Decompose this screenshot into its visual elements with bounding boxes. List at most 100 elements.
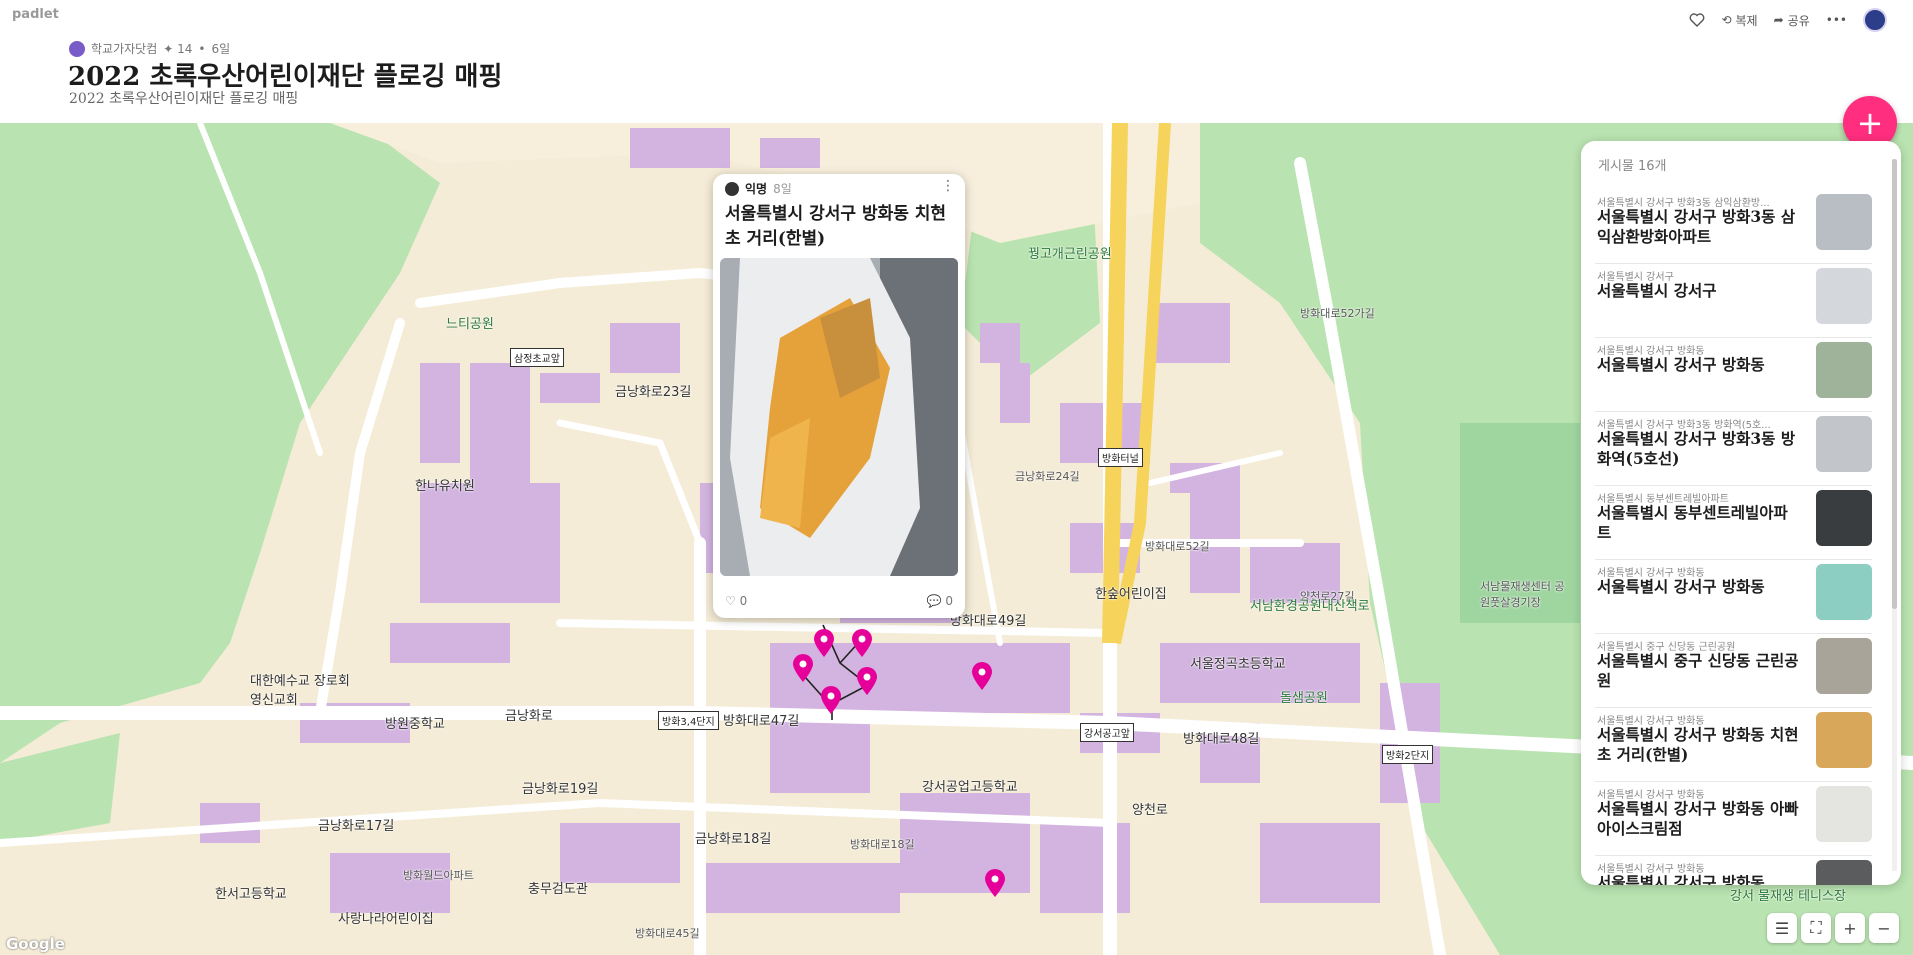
heart-button[interactable] — [1689, 13, 1705, 27]
map-pin[interactable] — [792, 653, 814, 683]
post-comment-button[interactable]: 💬 0 — [927, 594, 953, 608]
list-item[interactable]: 서울특별시 강서구 방화3동 삼익삼환방... 서울특별시 강서구 방화3동 삼익… — [1595, 190, 1872, 264]
map-pin[interactable] — [813, 628, 835, 658]
post-author: 익명 — [745, 182, 768, 196]
post-title: 서울특별시 강서구 방화동 — [1597, 873, 1765, 885]
list-item[interactable]: 서울특별시 강서구 방화동 서울특별시 강서구 방화동 — [1595, 338, 1872, 412]
post-thumbnail — [1816, 416, 1872, 472]
fullscreen-icon: ⛶ — [1810, 918, 1822, 937]
more-menu-button[interactable]: ••• — [1826, 13, 1847, 27]
post-photo[interactable] — [720, 258, 958, 576]
post-title: 서울특별시 중구 신당동 근린공원 — [1597, 651, 1799, 690]
map-pin[interactable] — [851, 628, 873, 658]
board-meta: 학교가자닷컴 ✦ 14 • 6일 — [69, 40, 230, 57]
share-label: 공유 — [1787, 13, 1810, 28]
map-label-park: 강서 물재생 테니스장 — [1730, 889, 1846, 904]
map-label-road: 양천로 — [1132, 803, 1168, 818]
panel-scrollbar[interactable] — [1889, 159, 1899, 871]
map-label-park: 느티공원 — [446, 317, 494, 332]
bus-stop-label[interactable]: 삼정초교앞 — [510, 348, 564, 367]
post-thumbnail — [1816, 194, 1872, 250]
remake-button[interactable]: ⟲ 복제 — [1721, 12, 1757, 29]
map-label-road: 금낭화로 — [505, 709, 553, 724]
list-item[interactable]: 서울특별시 중구 신당동 근린공원 서울특별시 중구 신당동 근린공원 — [1595, 634, 1872, 708]
map-label-road: 방화대로48길 — [1183, 732, 1260, 747]
map-label-poi: 한나유치원 — [415, 479, 475, 494]
post-thumbnail — [1816, 712, 1872, 768]
list-item[interactable]: 서울특별시 강서구 방화동 서울특별시 강서구 방화동 치현초 거리(한별) — [1595, 708, 1872, 782]
posts-panel: 게시물 16개 서울특별시 강서구 방화3동 삼익삼환방... 서울특별시 강서구… — [1581, 141, 1901, 885]
map-label-poi: 방원중학교 — [385, 717, 445, 732]
map-pin[interactable] — [856, 666, 878, 696]
list-item[interactable]: 서울특별시 강서구 방화동 서울특별시 강서구 방화동 아빠 아이스크림점 — [1595, 782, 1872, 856]
post-header: 익명 8일 — [725, 180, 792, 197]
map-label-road: 금낭화로23길 — [615, 385, 692, 400]
list-icon: ☰ — [1774, 918, 1790, 938]
board-age: 6일 — [211, 42, 231, 56]
bus-stop-label[interactable]: 방화3,4단지 — [658, 711, 719, 730]
post-title: 서울특별시 강서구 방화동 — [1597, 577, 1765, 596]
bus-stop-label[interactable]: 방화터널 — [1098, 448, 1143, 467]
google-attribution: Google — [6, 935, 65, 953]
map-label-park: 서남물재생센터 공원풋살경기장 — [1480, 580, 1565, 609]
post-thumbnail — [1816, 342, 1872, 398]
map-label-road: 방화대로52가길 — [1300, 307, 1375, 320]
fullscreen-button[interactable]: ⛶ — [1801, 913, 1831, 943]
post-thumbnail — [1816, 786, 1872, 842]
post-popup-card[interactable]: 익명 8일 ⋮ 서울특별시 강서구 방화동 치현초 거리(한별) ♡ 0 💬 0 — [713, 174, 965, 618]
map-label-road: 방화대로18길 — [850, 838, 915, 851]
user-avatar[interactable] — [1863, 8, 1887, 32]
post-title: 서울특별시 강서구 — [1597, 281, 1717, 300]
bus-stop-label[interactable]: 강서공고앞 — [1080, 723, 1134, 742]
remake-label: 복제 — [1735, 13, 1758, 28]
map-pin[interactable] — [984, 868, 1006, 898]
post-menu-button[interactable]: ⋮ — [941, 178, 955, 194]
map-pin[interactable] — [820, 685, 842, 715]
author-avatar — [69, 40, 85, 57]
post-thumbnail — [1816, 490, 1872, 546]
remake-icon: ⟲ — [1721, 13, 1732, 27]
map-pin[interactable] — [971, 661, 993, 691]
posts-list[interactable]: 서울특별시 강서구 방화3동 삼익삼환방... 서울특별시 강서구 방화3동 삼익… — [1595, 190, 1872, 885]
post-thumbnail — [1816, 860, 1872, 885]
trash-bag-photo — [720, 258, 958, 576]
plus-icon: + — [1856, 104, 1884, 142]
kebab-icon: ⋮ — [941, 178, 955, 194]
post-title: 서울특별시 강서구 방화3동 삼익삼환방화아파트 — [1597, 207, 1796, 246]
post-like-button[interactable]: ♡ 0 — [725, 594, 747, 608]
map-label-poi: 사랑나라어린이집 — [338, 912, 434, 927]
list-item[interactable]: 서울특별시 동부센트레빌아파트 서울특별시 동부센트레빌아파트 — [1595, 486, 1872, 560]
map-controls: ☰ ⛶ + − — [1767, 913, 1899, 943]
author-name[interactable]: 학교가자닷컴 — [91, 40, 157, 57]
map-label-park: 돌샘공원 — [1280, 691, 1328, 706]
map-label-poi: 한서고등학교 — [215, 887, 287, 902]
minus-icon: − — [1877, 918, 1891, 938]
page-subtitle: 2022 초록우산어린이재단 플로깅 매핑 — [69, 91, 299, 107]
padlet-logo[interactable]: padlet — [12, 7, 59, 22]
list-item[interactable]: 서울특별시 강서구 서울특별시 강서구 — [1595, 264, 1872, 338]
map-label-road: 방화대로45길 — [635, 927, 700, 940]
bus-stop-label[interactable]: 방화2단지 — [1382, 745, 1434, 764]
post-title: 서울특별시 강서구 방화동 치현초 거리(한별) — [725, 204, 947, 249]
list-item[interactable]: 서울특별시 강서구 방화동 서울특별시 강서구 방화동 — [1595, 560, 1872, 634]
zoom-out-button[interactable]: − — [1869, 913, 1899, 943]
map-label-poi: 서울정곡초등학교 — [1190, 657, 1286, 672]
map-label-road: 방화대로47길 — [723, 714, 800, 729]
share-button[interactable]: ➦ 공유 — [1774, 12, 1810, 29]
post-title: 서울특별시 강서구 방화동 아빠 아이스크림점 — [1597, 799, 1799, 838]
like-count: ✦ 14 — [163, 41, 193, 56]
map-label-park: 꿩고개근린공원 — [1028, 247, 1112, 262]
list-item[interactable]: 서울특별시 강서구 방화3동 방화역(5호... 서울특별시 강서구 방화3동 방… — [1595, 412, 1872, 486]
list-item[interactable]: 서울특별시 강서구 방화동 서울특별시 강서구 방화동 — [1595, 856, 1872, 885]
map-label-poi: 강서공업고등학교 — [922, 780, 1018, 795]
heart-icon — [1690, 13, 1705, 27]
map-label-road: 방화대로52길 — [1145, 540, 1210, 553]
post-age: 8일 — [773, 182, 792, 196]
legend-button[interactable]: ☰ — [1767, 913, 1797, 943]
post-footer: ♡ 0 💬 0 — [725, 594, 953, 608]
post-thumbnail — [1816, 268, 1872, 324]
scrollbar-thumb[interactable] — [1892, 159, 1897, 609]
zoom-in-button[interactable]: + — [1835, 913, 1865, 943]
map-label-poi: 한숲어린이집 — [1095, 587, 1167, 602]
post-title: 서울특별시 강서구 방화동 치현초 거리(한별) — [1597, 725, 1799, 764]
